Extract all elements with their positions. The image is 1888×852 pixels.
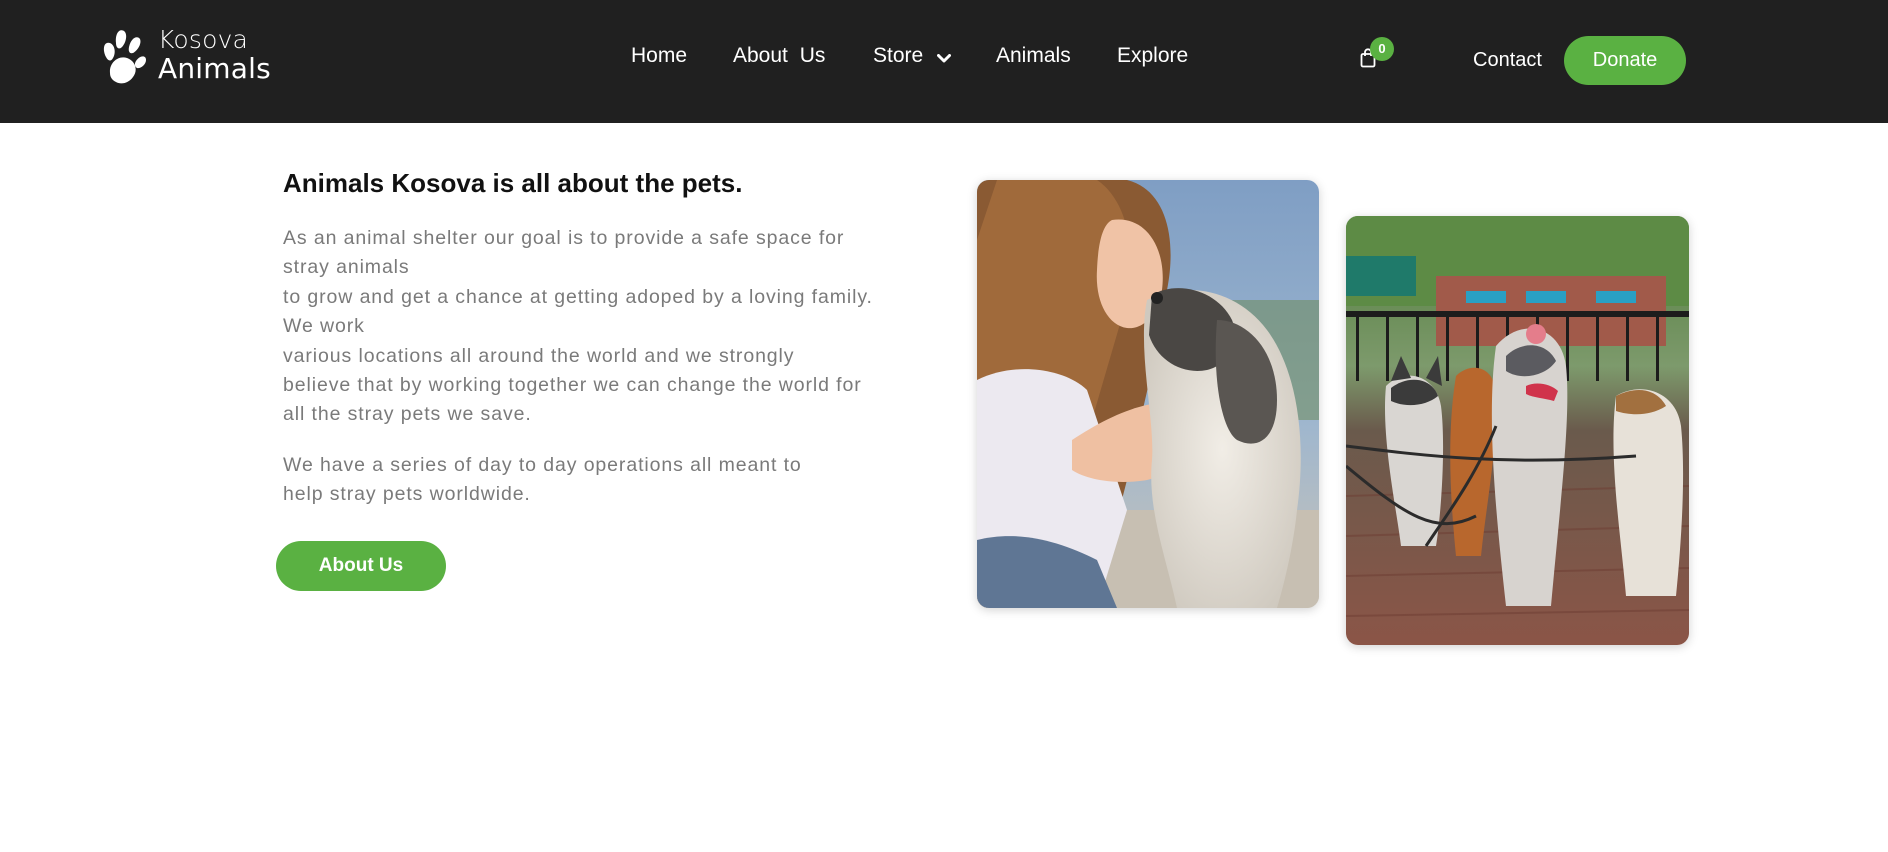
nav-about-us[interactable]: About Us — [733, 44, 825, 68]
woman-with-dog-photo — [977, 180, 1319, 608]
paragraph-line: stray animals — [283, 256, 410, 279]
about-us-button[interactable]: About Us — [276, 541, 446, 591]
paragraph-line: to grow and get a chance at getting adop… — [283, 285, 873, 308]
paw-icon — [96, 25, 148, 85]
section-heading: Animals Kosova is all about the pets. — [283, 168, 743, 198]
contact-link[interactable]: Contact — [1473, 48, 1542, 72]
intro-paragraph: As an animal shelter our goal is to prov… — [283, 224, 903, 430]
nav-store[interactable]: Store — [873, 44, 923, 68]
operations-paragraph: We have a series of day to day operation… — [283, 451, 903, 510]
brand-wordmark: Kosova Animals — [158, 27, 271, 83]
nav-explore[interactable]: Explore — [1117, 44, 1188, 68]
cart-count-badge: 0 — [1370, 37, 1394, 61]
paragraph-line: help stray pets worldwide. — [283, 483, 531, 506]
chevron-down-icon[interactable] — [937, 51, 951, 69]
nav-animals[interactable]: Animals — [996, 44, 1071, 68]
paragraph-line: As an animal shelter our goal is to prov… — [283, 227, 845, 249]
brand-line-2: Animals — [158, 52, 271, 85]
brand-logo[interactable]: Kosova Animals — [96, 25, 271, 85]
site-header: Kosova Animals Home About Us Store Anima… — [0, 0, 1888, 123]
paragraph-line: We work — [283, 315, 365, 338]
paragraph-line: believe that by working together we can … — [283, 374, 862, 397]
paragraph-line: We have a series of day to day operation… — [283, 454, 802, 476]
dogs-on-leash-photo — [1346, 216, 1689, 645]
paragraph-line: all the stray pets we save. — [283, 403, 532, 426]
brand-line-1: Kosova — [158, 25, 249, 54]
donate-button[interactable]: Donate — [1564, 36, 1686, 85]
nav-home[interactable]: Home — [631, 44, 687, 68]
paragraph-line: various locations all around the world a… — [283, 344, 795, 367]
